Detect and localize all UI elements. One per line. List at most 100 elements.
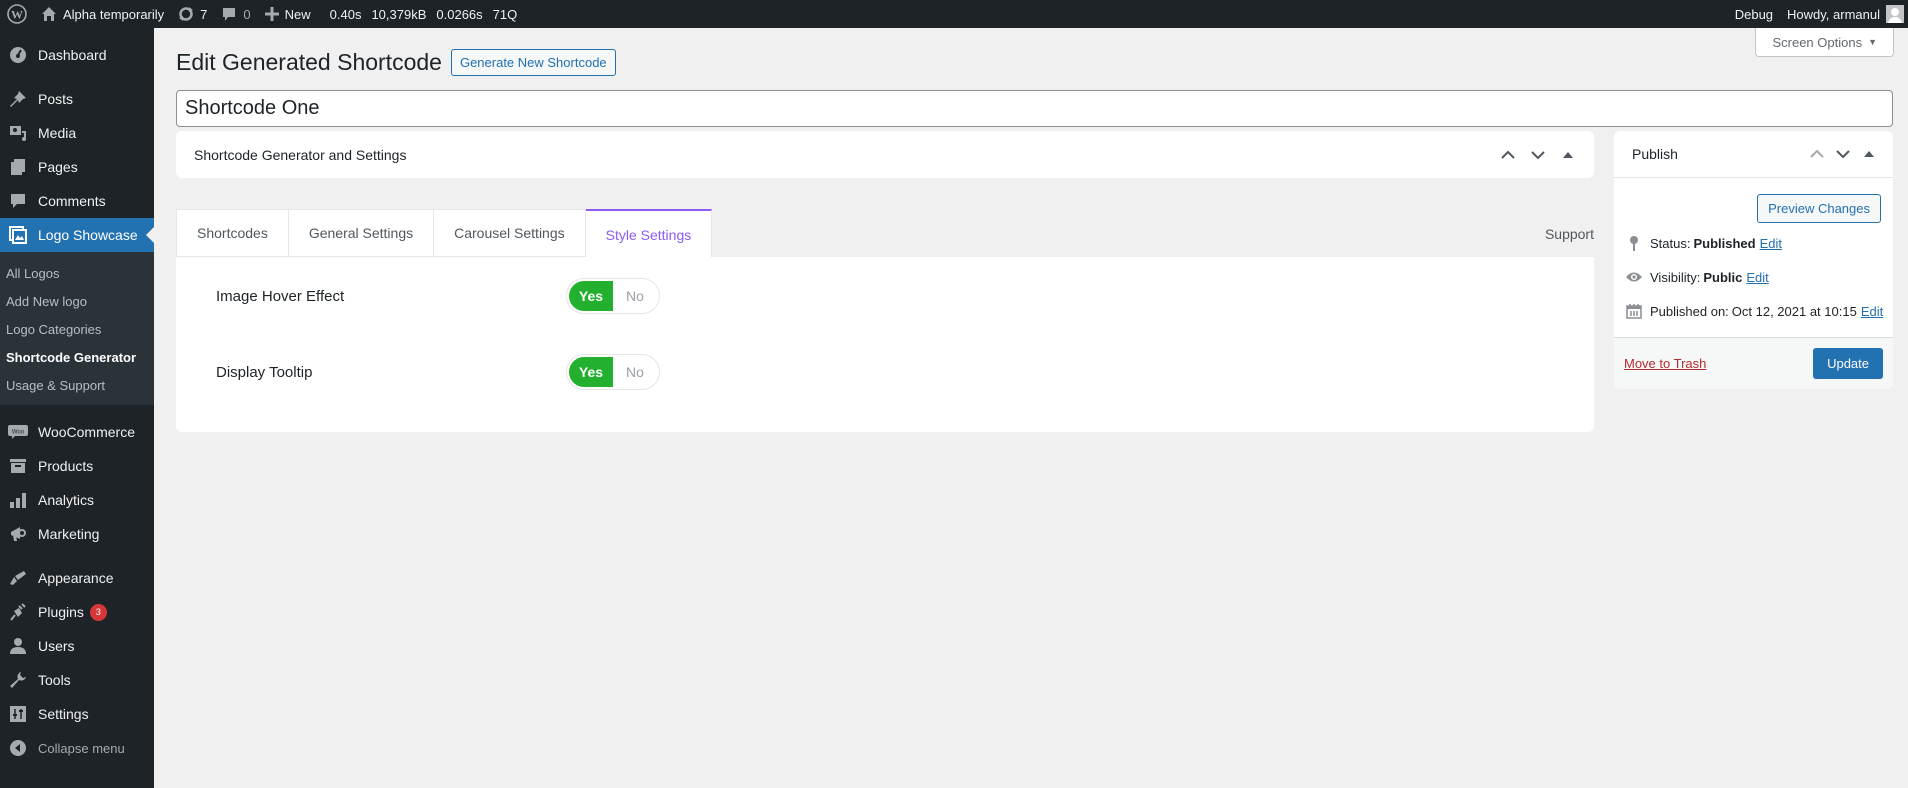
- wordpress-logo-icon: W: [7, 4, 27, 24]
- image-hover-effect-toggle[interactable]: Yes No: [566, 278, 660, 314]
- visibility-label: Visibility:: [1650, 269, 1701, 285]
- logo-showcase-submenu: All Logos Add New logo Logo Categories S…: [0, 252, 154, 405]
- logo-showcase-icon: [8, 225, 28, 245]
- sidebar-item-label: Analytics: [38, 492, 95, 508]
- admin-sidebar: Dashboard Posts Media Pages Comments Log…: [0, 28, 154, 788]
- screen-options-button[interactable]: Screen Options ▼: [1755, 28, 1894, 57]
- plugins-update-badge: 3: [89, 603, 107, 621]
- updates-icon: [178, 6, 194, 22]
- post-title-input[interactable]: Shortcode One: [176, 90, 1893, 127]
- move-down-icon[interactable]: [1528, 150, 1548, 160]
- sidebar-item-label: Settings: [38, 706, 89, 722]
- toggle-yes-option[interactable]: Yes: [569, 357, 613, 387]
- tab-style-settings[interactable]: Style Settings: [585, 209, 713, 258]
- move-to-trash-link[interactable]: Move to Trash: [1624, 356, 1706, 371]
- preview-changes-button[interactable]: Preview Changes: [1757, 193, 1881, 223]
- wp-logo-menu[interactable]: W: [0, 0, 34, 28]
- submenu-logo-categories[interactable]: Logo Categories: [0, 315, 154, 343]
- debug-link[interactable]: Debug: [1728, 0, 1780, 28]
- setting-label: Display Tooltip: [216, 363, 313, 381]
- toggle-no-option[interactable]: No: [613, 288, 657, 304]
- move-down-icon[interactable]: [1833, 149, 1853, 159]
- edit-visibility-link[interactable]: Edit: [1746, 270, 1768, 285]
- svg-text:Woo: Woo: [12, 430, 25, 436]
- sidebar-item-appearance[interactable]: Appearance: [0, 561, 154, 595]
- dashboard-icon: [8, 45, 28, 65]
- updates-link[interactable]: 7: [171, 0, 214, 28]
- sidebar-item-label: Posts: [38, 91, 74, 107]
- plus-icon: [264, 7, 279, 21]
- new-content-link[interactable]: New: [258, 0, 318, 28]
- collapse-icon: [8, 738, 28, 758]
- sidebar-item-label: Marketing: [38, 526, 100, 542]
- my-account-link[interactable]: Howdy, armanul: [1780, 0, 1908, 28]
- submenu-all-logos[interactable]: All Logos: [0, 259, 154, 287]
- collapse-menu-button[interactable]: Collapse menu: [0, 731, 154, 765]
- admin-bar: W Alpha temporarily 7 0 New 0.40s 10,379…: [0, 0, 1908, 28]
- sidebar-item-marketing[interactable]: Marketing: [0, 517, 154, 551]
- tab-carousel-settings[interactable]: Carousel Settings: [434, 209, 586, 257]
- sidebar-item-label: Dashboard: [38, 47, 107, 63]
- toggle-yes-option[interactable]: Yes: [569, 281, 613, 311]
- move-up-icon[interactable]: [1498, 150, 1518, 160]
- comments-link[interactable]: 0: [214, 0, 257, 28]
- comment-icon: [221, 6, 237, 22]
- move-up-icon[interactable]: [1807, 149, 1827, 159]
- toggle-panel-icon[interactable]: [1558, 151, 1578, 159]
- toggle-panel-icon[interactable]: [1859, 150, 1879, 158]
- user-icon: [8, 636, 28, 656]
- sidebar-item-media[interactable]: Media: [0, 116, 154, 150]
- sidebar-item-comments[interactable]: Comments: [0, 184, 154, 218]
- support-link[interactable]: Support: [1545, 209, 1594, 257]
- setting-row-display-tooltip: Display Tooltip Yes No: [216, 354, 916, 390]
- sidebar-item-plugins[interactable]: Plugins 3: [0, 595, 154, 629]
- sidebar-item-label: Pages: [38, 159, 78, 175]
- tab-shortcodes[interactable]: Shortcodes: [176, 209, 289, 257]
- svg-text:W: W: [11, 8, 23, 22]
- sidebar-item-label: Users: [38, 638, 75, 654]
- sidebar-item-settings[interactable]: Settings: [0, 697, 154, 731]
- sidebar-item-analytics[interactable]: Analytics: [0, 483, 154, 517]
- sidebar-item-label: Plugins: [38, 604, 84, 620]
- avatar: [1886, 5, 1904, 23]
- edit-date-link[interactable]: Edit: [1861, 304, 1883, 319]
- post-published-date: Published on: Oct 12, 2021 at 10:15 Edit: [1624, 294, 1893, 328]
- edit-status-link[interactable]: Edit: [1760, 236, 1782, 251]
- toggle-no-option[interactable]: No: [613, 364, 657, 380]
- new-label: New: [284, 6, 311, 22]
- sidebar-item-posts[interactable]: Posts: [0, 82, 154, 116]
- published-value: Oct 12, 2021 at 10:15: [1731, 303, 1857, 319]
- sidebar-item-woocommerce[interactable]: Woo WooCommerce: [0, 415, 154, 449]
- submenu-usage-support[interactable]: Usage & Support: [0, 371, 154, 399]
- debug-label: Debug: [1734, 6, 1774, 22]
- plug-icon: [8, 602, 28, 622]
- sidebar-item-users[interactable]: Users: [0, 629, 154, 663]
- post-status: Status: Published Edit: [1624, 226, 1893, 260]
- site-name-link[interactable]: Alpha temporarily: [34, 0, 171, 28]
- stat-queries: 71Q: [492, 6, 518, 22]
- calendar-icon: [1624, 303, 1644, 319]
- publish-title: Publish: [1632, 146, 1678, 162]
- megaphone-icon: [8, 524, 28, 544]
- query-monitor-stats[interactable]: 0.40s 10,379kB 0.0266s 71Q: [318, 0, 525, 28]
- metabox-title: Shortcode Generator and Settings: [194, 146, 407, 163]
- sidebar-item-products[interactable]: Products: [0, 449, 154, 483]
- sidebar-item-pages[interactable]: Pages: [0, 150, 154, 184]
- submenu-add-new-logo[interactable]: Add New logo: [0, 287, 154, 315]
- site-name: Alpha temporarily: [63, 6, 165, 22]
- display-tooltip-toggle[interactable]: Yes No: [566, 354, 660, 390]
- sidebar-item-label: Comments: [38, 193, 106, 209]
- sidebar-item-tools[interactable]: Tools: [0, 663, 154, 697]
- tab-general-settings[interactable]: General Settings: [288, 209, 435, 257]
- sidebar-item-logo-showcase[interactable]: Logo Showcase: [0, 218, 154, 252]
- stat-db-time: 0.0266s: [436, 6, 483, 22]
- submenu-shortcode-generator[interactable]: Shortcode Generator: [0, 343, 154, 371]
- update-button[interactable]: Update: [1813, 348, 1883, 379]
- post-visibility: Visibility: Public Edit: [1624, 260, 1893, 294]
- comment-icon: [8, 191, 28, 211]
- generate-new-shortcode-button[interactable]: Generate New Shortcode: [450, 49, 616, 76]
- screen-options-label: Screen Options: [1772, 34, 1863, 50]
- sidebar-item-dashboard[interactable]: Dashboard: [0, 38, 154, 72]
- style-settings-panel: Image Hover Effect Yes No Display Toolti…: [176, 257, 1594, 432]
- stat-time: 0.40s: [329, 6, 362, 22]
